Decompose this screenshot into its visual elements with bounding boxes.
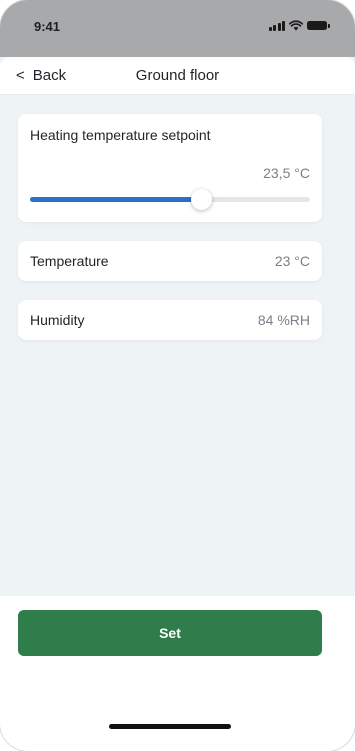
setpoint-card: Heating temperature setpoint 23,5 °C [18,114,322,222]
status-bar: 9:41 [0,0,355,57]
home-indicator [109,724,231,729]
footer: Set [0,596,355,751]
page-title: Ground floor [135,67,220,84]
humidity-value: 84 %RH [257,312,310,328]
temperature-row: Temperature 23 °C [18,241,322,281]
setpoint-slider[interactable] [30,189,310,210]
phone-frame: 9:41 < Back Ground floor Heating tempera… [0,0,355,751]
status-icons [268,20,330,31]
slider-fill [30,197,201,202]
temperature-label: Temperature [30,253,109,269]
humidity-label: Humidity [30,312,85,328]
battery-icon [307,21,330,30]
set-button[interactable]: Set [18,610,322,656]
cellular-signal-icon [268,20,285,31]
temperature-value: 23 °C [274,253,310,269]
nav-bar: < Back Ground floor [0,57,355,95]
wifi-icon [289,20,303,31]
status-time: 9:41 [34,19,61,34]
setpoint-value: 23,5 °C [263,165,310,181]
setpoint-label: Heating temperature setpoint [30,127,211,143]
humidity-row: Humidity 84 %RH [18,300,322,340]
slider-thumb[interactable] [191,189,212,210]
